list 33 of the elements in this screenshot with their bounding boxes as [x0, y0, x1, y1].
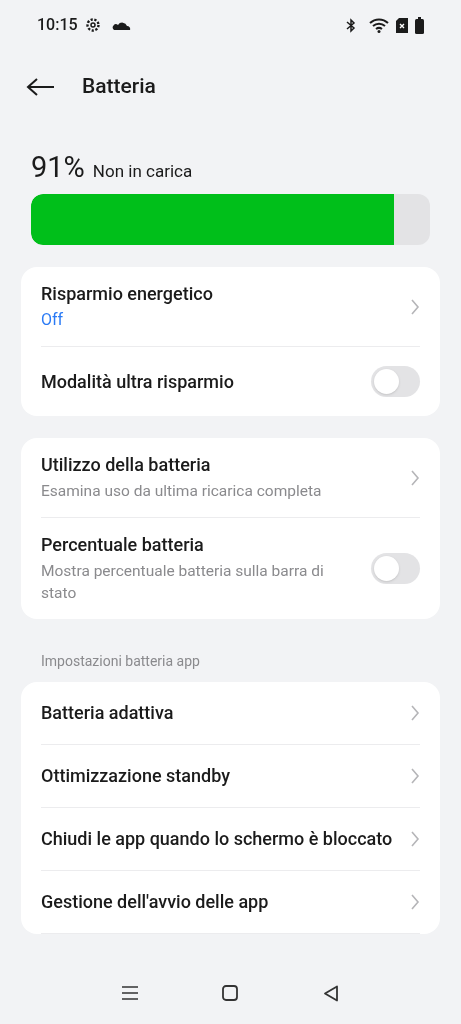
status-time: 10:15	[37, 14, 78, 36]
setting-description: Mostra percentuale batteria sulla barra di stato	[41, 561, 325, 604]
battery-percentage: 91%	[31, 150, 85, 184]
setting-title[interactable]: Percentuale batteria	[41, 533, 359, 557]
home-icon[interactable]	[222, 985, 239, 1001]
setting-description: Esamina uso da ultima ricarica completa	[41, 481, 323, 502]
battery-icon	[415, 16, 424, 34]
chevron-right-icon	[410, 767, 420, 785]
wifi-icon	[369, 17, 389, 33]
back-icon[interactable]	[322, 984, 339, 1002]
charging-status: Non in carica	[92, 160, 193, 183]
chevron-right-icon	[410, 468, 420, 487]
settings-icon	[84, 17, 101, 33]
menu-icon[interactable]	[122, 986, 139, 1000]
chevron-right-icon	[410, 297, 420, 316]
setting-title[interactable]: Ottimizzazione standby	[41, 764, 398, 788]
back-button[interactable]	[26, 75, 56, 99]
toggle-switch[interactable]	[371, 366, 420, 397]
setting-title[interactable]: Gestione dell'avvio delle app	[41, 890, 398, 914]
bluetooth-icon	[346, 17, 356, 33]
setting-title[interactable]: Batteria adattiva	[41, 701, 398, 725]
chevron-right-icon	[410, 893, 420, 911]
toggle-switch[interactable]	[371, 553, 420, 584]
setting-value: Off	[41, 309, 65, 331]
page-title: Batteria	[82, 73, 156, 101]
section-heading: Impostazioni batteria app	[40, 652, 201, 671]
no-sim-icon	[396, 17, 408, 33]
setting-title[interactable]: Risparmio energetico	[41, 282, 398, 306]
setting-title[interactable]: Utilizzo della batteria	[41, 453, 398, 477]
chevron-right-icon	[410, 830, 420, 848]
setting-title[interactable]: Modalità ultra risparmio	[41, 369, 359, 394]
chevron-right-icon	[410, 704, 420, 722]
setting-title[interactable]: Chiudi le app quando lo schermo è bloccato	[41, 827, 398, 851]
